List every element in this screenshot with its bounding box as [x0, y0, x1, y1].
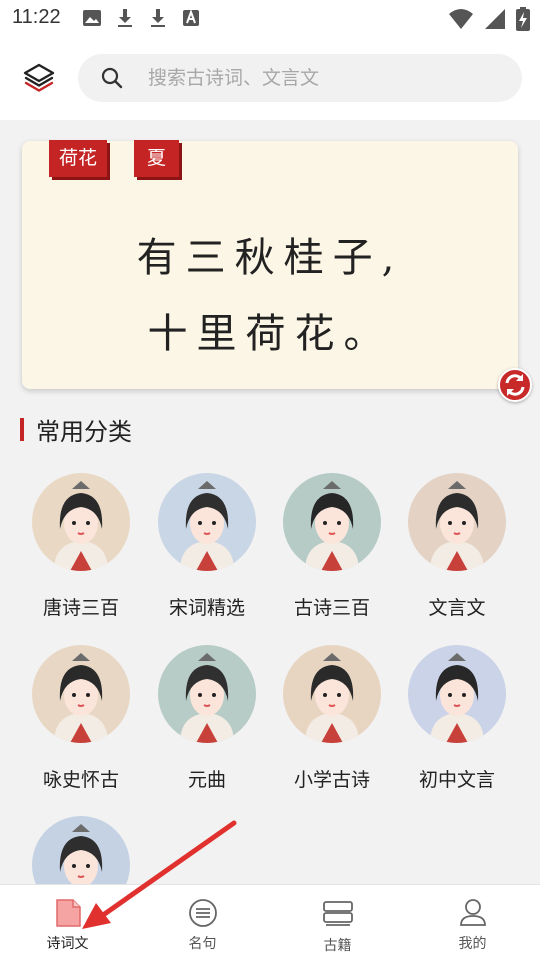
- category-item[interactable]: 元曲: [144, 645, 270, 792]
- avatar: [32, 645, 130, 743]
- avatar: [283, 645, 381, 743]
- nav-item-classics[interactable]: 古籍: [270, 885, 405, 960]
- system-icons: [448, 7, 530, 31]
- category-item[interactable]: 古诗三百: [269, 473, 395, 620]
- signal-icon: [485, 9, 505, 29]
- search-input[interactable]: [148, 54, 508, 102]
- category-label: 小学古诗: [293, 769, 370, 791]
- category-label: 初中文言: [418, 769, 495, 791]
- poem-card[interactable]: 荷花 夏 有三秋桂子, 十里荷花。: [22, 140, 518, 389]
- portrait-icon: [430, 653, 484, 743]
- category-label: 元曲: [187, 769, 226, 791]
- portrait-icon: [430, 481, 484, 571]
- list-circle-icon: [189, 899, 217, 927]
- category-item[interactable]: 文言文: [394, 473, 520, 620]
- category-item[interactable]: 宋词精选: [144, 473, 270, 620]
- status-time: 11:22: [12, 6, 61, 28]
- category-item[interactable]: 初中文言: [394, 645, 520, 792]
- nav-item-poetry[interactable]: 诗词文: [0, 885, 135, 960]
- wifi-icon: [449, 9, 473, 29]
- avatar: [408, 645, 506, 743]
- nav-label: 名句: [188, 936, 217, 952]
- nav-item-quotes[interactable]: 名句: [135, 885, 270, 960]
- section-accent-bar: [20, 418, 24, 441]
- category-item[interactable]: 咏史怀古: [18, 645, 144, 792]
- category-label: 古诗三百: [293, 597, 370, 619]
- search-icon: [101, 67, 123, 89]
- avatar: [158, 645, 256, 743]
- notification-icons: [82, 8, 201, 28]
- refresh-icon: [505, 374, 525, 396]
- category-item[interactable]: 小学古诗: [269, 645, 395, 792]
- portrait-icon: [54, 653, 108, 743]
- avatar: [408, 473, 506, 571]
- books-icon: [323, 901, 353, 926]
- refresh-button[interactable]: [498, 368, 532, 402]
- category-label: 文言文: [428, 597, 486, 619]
- category-label: 咏史怀古: [42, 769, 119, 791]
- poem-line: 有三秋桂子,: [136, 235, 404, 281]
- layers-icon: [23, 63, 55, 92]
- status-bar: 11:22: [0, 0, 540, 38]
- font-a-icon: [183, 9, 199, 26]
- user-icon: [460, 899, 486, 926]
- image-icon: [83, 10, 101, 26]
- portrait-icon: [305, 653, 359, 743]
- header: [0, 38, 540, 120]
- download-icon: [151, 9, 165, 27]
- poem-line: 十里荷花。: [147, 311, 393, 357]
- portrait-icon: [54, 481, 108, 571]
- layers-button[interactable]: [22, 62, 56, 96]
- portrait-icon: [305, 481, 359, 571]
- category-label: 宋词精选: [168, 597, 245, 619]
- avatar: [32, 473, 130, 571]
- category-label: 唐诗三百: [42, 597, 119, 619]
- poem-tag-lotus[interactable]: 荷花: [49, 140, 107, 177]
- section-title: 常用分类: [36, 418, 132, 446]
- bottom-nav: 诗词文 名句 古籍 我的: [0, 884, 540, 960]
- nav-label: 诗词文: [46, 936, 89, 952]
- search-bar[interactable]: [78, 54, 522, 102]
- nav-label: 古籍: [323, 938, 352, 954]
- poem-tag-summer[interactable]: 夏: [134, 140, 179, 177]
- document-icon: [56, 899, 81, 927]
- battery-charging-icon: [516, 7, 530, 31]
- portrait-icon: [180, 481, 234, 571]
- nav-item-mine[interactable]: 我的: [405, 885, 540, 960]
- download-icon: [118, 9, 132, 27]
- avatar: [283, 473, 381, 571]
- nav-label: 我的: [458, 936, 487, 952]
- category-item[interactable]: 唐诗三百: [18, 473, 144, 620]
- portrait-icon: [180, 653, 234, 743]
- avatar: [158, 473, 256, 571]
